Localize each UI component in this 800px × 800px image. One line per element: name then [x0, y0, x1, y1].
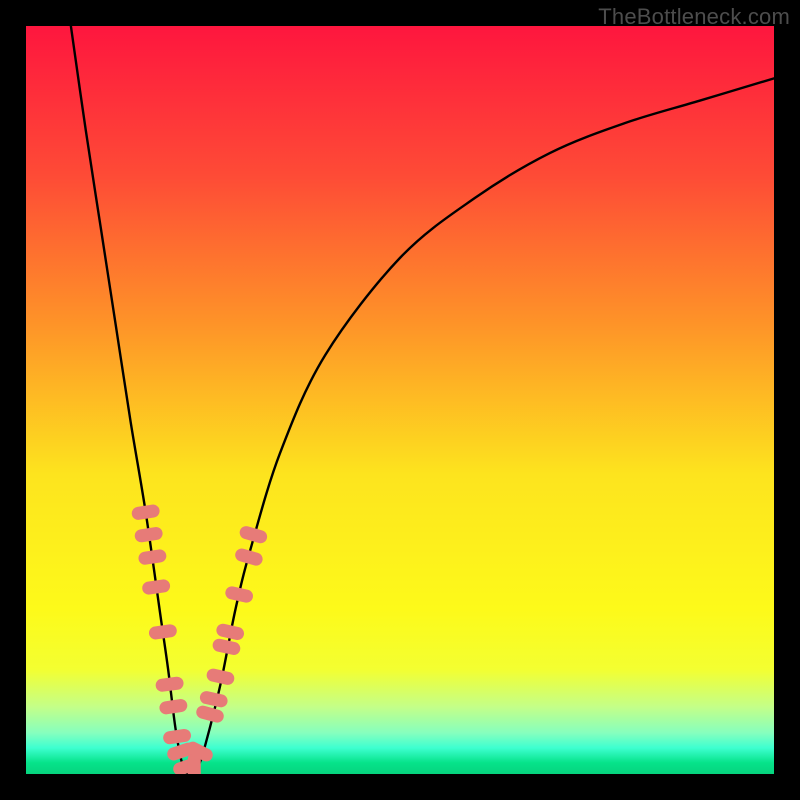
chart-svg — [26, 26, 774, 774]
plot-area — [26, 26, 774, 774]
outer-frame: TheBottleneck.com — [0, 0, 800, 800]
watermark-text: TheBottleneck.com — [598, 4, 790, 30]
chart-background — [26, 26, 774, 774]
